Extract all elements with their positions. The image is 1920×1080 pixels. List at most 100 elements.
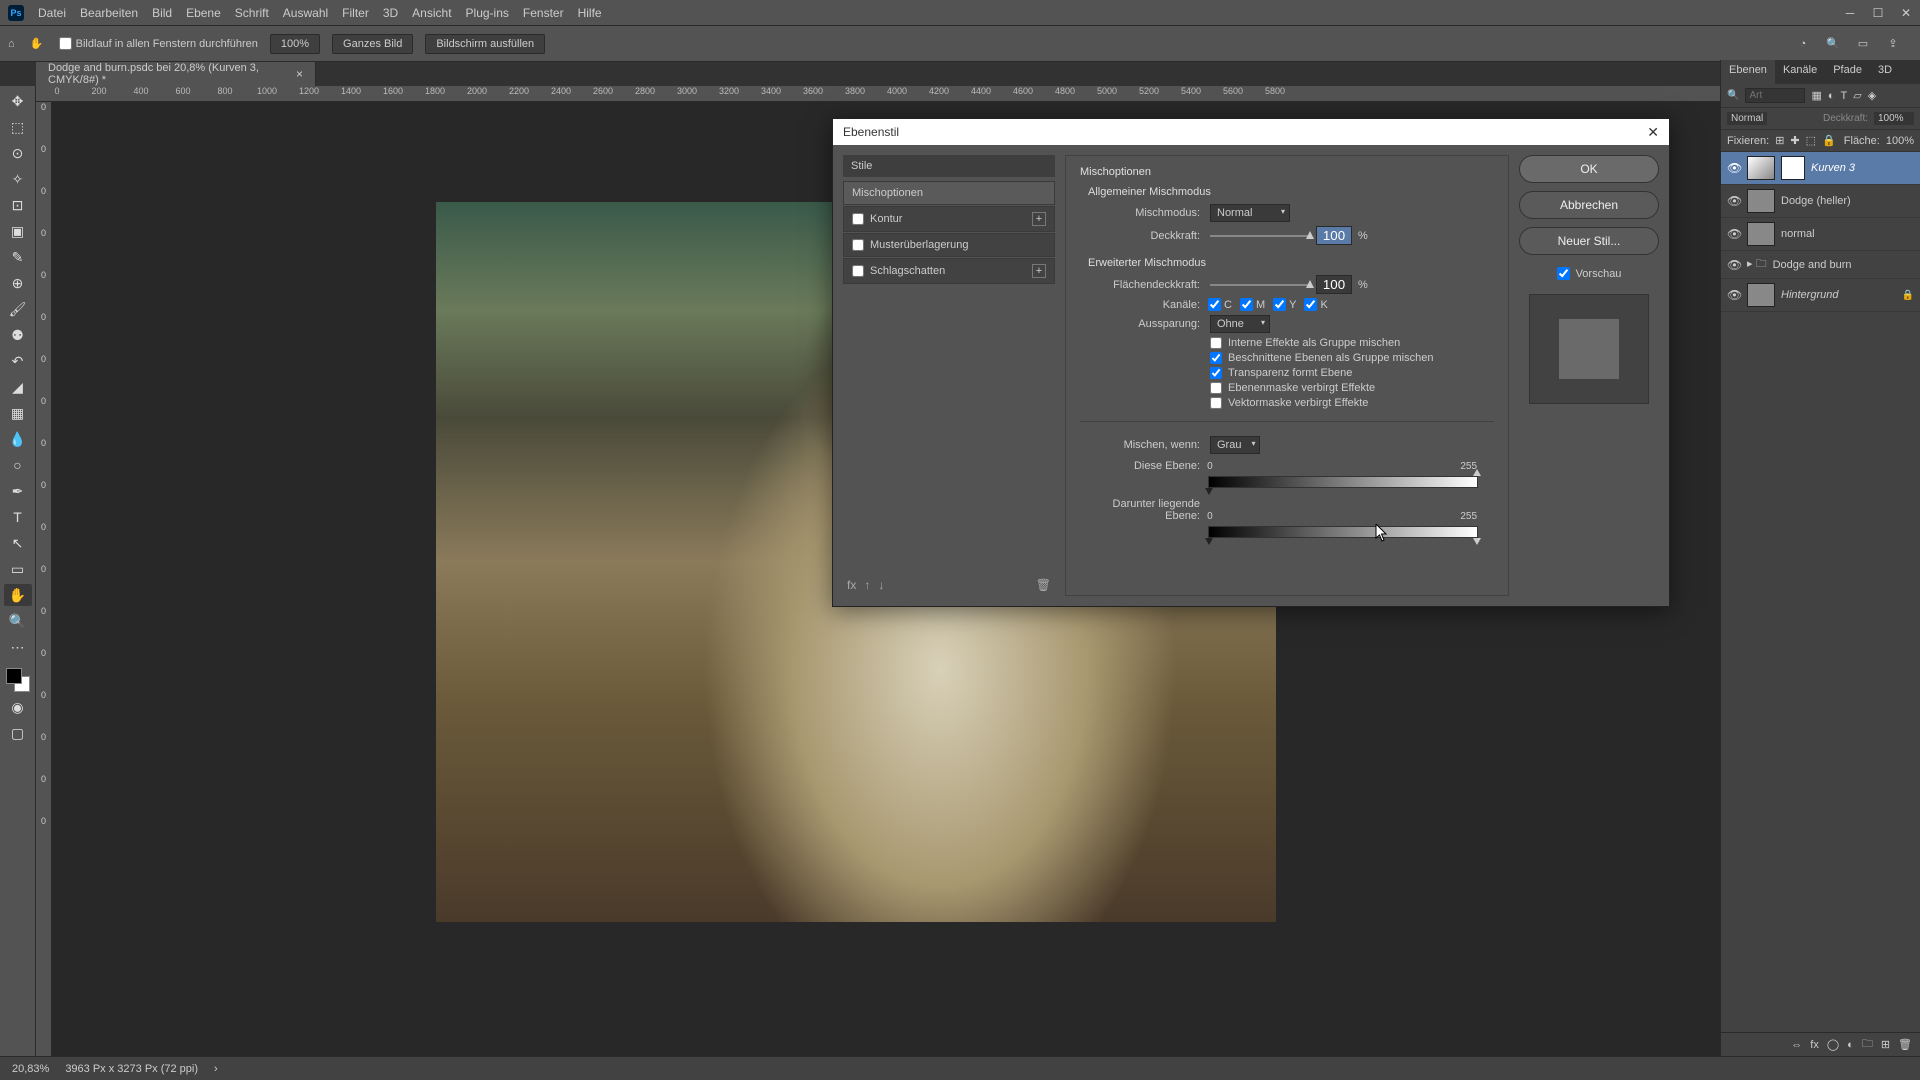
- menu-plugins[interactable]: Plug-ins: [466, 6, 509, 20]
- group-icon[interactable]: 🗀: [1862, 1035, 1873, 1054]
- menu-fenster[interactable]: Fenster: [523, 6, 564, 20]
- share-icon[interactable]: ⇪: [1884, 35, 1902, 53]
- hand-tool-icon[interactable]: ✋: [27, 34, 47, 54]
- new-layer-icon[interactable]: ⊞: [1881, 1038, 1890, 1051]
- lock-pixels-icon[interactable]: ⊞: [1775, 134, 1784, 147]
- adjustment-icon[interactable]: ◐: [1847, 1039, 1854, 1051]
- delete-layer-icon[interactable]: 🗑: [1898, 1038, 1912, 1051]
- zoom-100-button[interactable]: 100%: [270, 34, 320, 54]
- close-tab-icon[interactable]: ×: [296, 67, 303, 81]
- menu-bild[interactable]: Bild: [152, 6, 172, 20]
- visibility-icon[interactable]: 👁: [1727, 288, 1741, 302]
- chk-internal-effects[interactable]: [1210, 337, 1222, 349]
- style-shadow-checkbox[interactable]: [852, 265, 864, 277]
- visibility-icon[interactable]: 👁: [1727, 258, 1741, 272]
- dialog-close-icon[interactable]: ✕: [1647, 124, 1659, 141]
- ruler-horizontal[interactable]: 0200400600800100012001400160018002000220…: [36, 86, 1720, 102]
- opacity-value[interactable]: 100%: [1874, 112, 1914, 125]
- hand-tool[interactable]: ✋: [4, 584, 32, 606]
- chk-transparency-shapes[interactable]: [1210, 367, 1222, 379]
- visibility-icon[interactable]: 👁: [1727, 194, 1741, 208]
- color-swatches[interactable]: [6, 668, 30, 692]
- screenmode-tool[interactable]: ▢: [4, 722, 32, 744]
- folder-icon[interactable]: ▸ 🗀: [1747, 255, 1767, 274]
- eyedropper-tool[interactable]: ✎: [4, 246, 32, 268]
- fill-value[interactable]: 100%: [1886, 135, 1914, 147]
- type-tool[interactable]: T: [4, 506, 32, 528]
- layer-row[interactable]: 👁Kurven 3: [1721, 152, 1920, 185]
- heal-tool[interactable]: ⊕: [4, 272, 32, 294]
- menu-auswahl[interactable]: Auswahl: [283, 6, 328, 20]
- fx-icon[interactable]: fx: [847, 578, 856, 592]
- filter-shape-icon[interactable]: ▱: [1853, 89, 1861, 102]
- visibility-icon[interactable]: 👁: [1727, 161, 1741, 175]
- close-button[interactable]: ✕: [1892, 0, 1920, 26]
- layer-thumbnail[interactable]: [1747, 189, 1775, 213]
- add-icon[interactable]: +: [1032, 212, 1046, 226]
- ok-button[interactable]: OK: [1519, 155, 1659, 183]
- filter-smart-icon[interactable]: ◈: [1868, 89, 1876, 102]
- style-pattern-checkbox[interactable]: [852, 239, 864, 251]
- fit-screen-button[interactable]: Ganzes Bild: [332, 34, 413, 54]
- up-icon[interactable]: ↑: [864, 578, 870, 592]
- chk-layer-mask-hides[interactable]: [1210, 382, 1222, 394]
- down-icon[interactable]: ↓: [878, 578, 884, 592]
- trash-icon[interactable]: 🗑: [1036, 578, 1051, 592]
- wand-tool[interactable]: ✧: [4, 168, 32, 190]
- layer-row[interactable]: 👁Hintergrund🔒: [1721, 279, 1920, 312]
- search-icon[interactable]: 🔍: [1727, 90, 1739, 101]
- move-tool[interactable]: ✥: [4, 90, 32, 112]
- ruler-vertical[interactable]: 000000000000000000: [36, 102, 52, 1056]
- layer-name[interactable]: Hintergrund: [1781, 289, 1838, 301]
- channel-c-checkbox[interactable]: [1208, 298, 1221, 311]
- mask-icon[interactable]: ◯: [1827, 1038, 1839, 1051]
- opacity-slider[interactable]: [1210, 235, 1310, 237]
- opacity-input[interactable]: [1316, 226, 1352, 245]
- tab-ebenen[interactable]: Ebenen: [1721, 60, 1775, 84]
- layer-thumbnail[interactable]: [1747, 156, 1775, 180]
- layer-filter-input[interactable]: [1745, 88, 1805, 103]
- fx-icon[interactable]: fx: [1810, 1039, 1819, 1051]
- layer-thumbnail[interactable]: [1747, 222, 1775, 246]
- crop-tool[interactable]: ⊡: [4, 194, 32, 216]
- channel-m-checkbox[interactable]: [1240, 298, 1253, 311]
- new-style-button[interactable]: Neuer Stil...: [1519, 227, 1659, 255]
- blur-tool[interactable]: 💧: [4, 428, 32, 450]
- cloud-icon[interactable]: ◔: [1794, 35, 1812, 53]
- workspace-icon[interactable]: ▭: [1854, 35, 1872, 53]
- menu-ebene[interactable]: Ebene: [186, 6, 221, 20]
- chk-vector-mask-hides[interactable]: [1210, 397, 1222, 409]
- menu-3d[interactable]: 3D: [383, 6, 398, 20]
- style-stroke[interactable]: Kontur+: [843, 206, 1055, 232]
- menu-ansicht[interactable]: Ansicht: [412, 6, 451, 20]
- fill-opacity-input[interactable]: [1316, 275, 1352, 294]
- cancel-button[interactable]: Abbrechen: [1519, 191, 1659, 219]
- underlying-layer-gradient[interactable]: [1208, 526, 1478, 538]
- lasso-tool[interactable]: ⊙: [4, 142, 32, 164]
- channel-k-checkbox[interactable]: [1304, 298, 1317, 311]
- layer-name[interactable]: Dodge (heller): [1781, 195, 1851, 207]
- add-icon[interactable]: +: [1032, 264, 1046, 278]
- home-icon[interactable]: ⌂: [8, 38, 15, 50]
- minimize-button[interactable]: ─: [1836, 0, 1864, 26]
- stamp-tool[interactable]: ⚉: [4, 324, 32, 346]
- lock-artboard-icon[interactable]: ⬚: [1806, 134, 1816, 147]
- path-tool[interactable]: ↖: [4, 532, 32, 554]
- layer-name[interactable]: Dodge and burn: [1773, 259, 1852, 271]
- fill-opacity-slider[interactable]: [1210, 284, 1310, 286]
- lock-position-icon[interactable]: ✚: [1790, 134, 1799, 147]
- eraser-tool[interactable]: ◢: [4, 376, 32, 398]
- visibility-icon[interactable]: 👁: [1727, 227, 1741, 241]
- style-stroke-checkbox[interactable]: [852, 213, 864, 225]
- foreground-color[interactable]: [6, 668, 22, 684]
- dodge-tool[interactable]: ○: [4, 454, 32, 476]
- search-icon[interactable]: 🔍: [1824, 35, 1842, 53]
- menu-hilfe[interactable]: Hilfe: [578, 6, 602, 20]
- style-pattern-overlay[interactable]: Musterüberlagerung: [843, 233, 1055, 257]
- filter-adj-icon[interactable]: ◐: [1828, 90, 1835, 102]
- channel-y-checkbox[interactable]: [1273, 298, 1286, 311]
- link-layers-icon[interactable]: ⇔: [1791, 1039, 1802, 1051]
- layer-row[interactable]: 👁 ▸ 🗀 Dodge and burn: [1721, 251, 1920, 279]
- style-drop-shadow[interactable]: Schlagschatten+: [843, 258, 1055, 284]
- filter-img-icon[interactable]: ▦: [1811, 89, 1821, 102]
